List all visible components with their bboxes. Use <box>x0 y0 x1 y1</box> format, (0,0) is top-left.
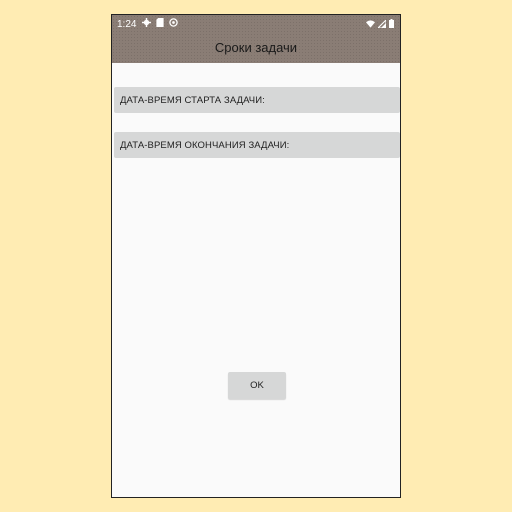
ok-button[interactable]: OK <box>228 372 286 399</box>
sync-circle-icon <box>169 18 178 30</box>
settings-gear-icon <box>142 18 151 30</box>
page-title: Сроки задачи <box>214 40 298 55</box>
end-datetime-label: ДАТА-ВРЕМЯ ОКОНЧАНИЯ ЗАДАЧИ: <box>120 139 290 151</box>
status-notification-icons <box>142 18 178 30</box>
end-datetime-field[interactable]: ДАТА-ВРЕМЯ ОКОНЧАНИЯ ЗАДАЧИ: <box>114 132 400 158</box>
battery-icon <box>389 19 394 31</box>
status-bar: 1:24 <box>112 15 400 35</box>
cell-signal-icon <box>376 18 387 31</box>
start-datetime-label: ДАТА-ВРЕМЯ СТАРТА ЗАДАЧИ: <box>120 94 265 106</box>
phone-screen: 1:24 Сроки задачи ДАТА-ВРЕМЯ СТАРТА ЗАДА… <box>111 14 401 498</box>
app-bar: 1:24 Сроки задачи <box>112 15 400 63</box>
status-system-icons <box>366 18 394 31</box>
wifi-icon <box>366 19 375 31</box>
status-time: 1:24 <box>117 19 137 30</box>
start-datetime-field[interactable]: ДАТА-ВРЕМЯ СТАРТА ЗАДАЧИ: <box>114 87 400 113</box>
sd-card-icon <box>156 18 164 30</box>
